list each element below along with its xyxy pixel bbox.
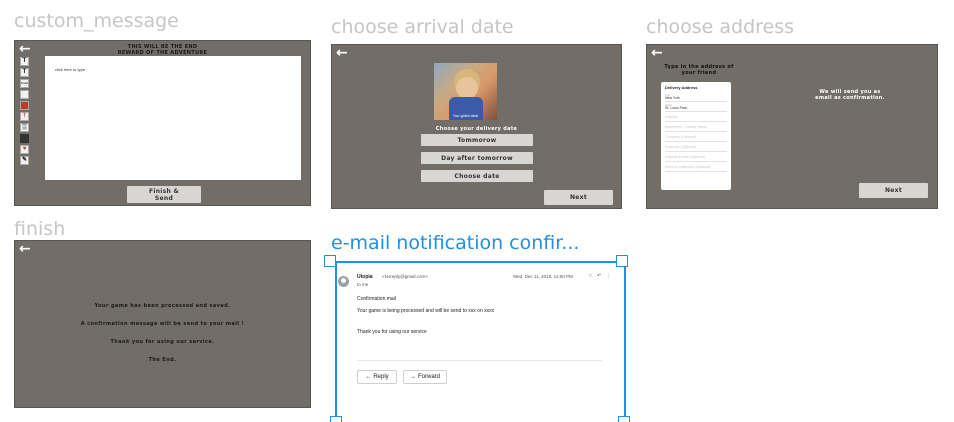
finish-send-button[interactable]: Finish & Send — [127, 186, 201, 203]
company-placeholder: Company (Optional) — [665, 135, 697, 139]
postcode-field[interactable]: Postcode (Optional) — [665, 142, 727, 152]
confirmation-message: We will send you as email as confirmatio… — [795, 89, 905, 101]
delivery-instruction-placeholder: Delivery Instruction (Optional) — [665, 165, 712, 169]
image-tool-icon[interactable] — [20, 134, 29, 143]
font-tool-icon[interactable]: Font — [20, 79, 29, 88]
selection-border-left — [335, 263, 337, 422]
rectangle-tool-icon[interactable] — [20, 90, 29, 99]
draw-tool-icon[interactable]: ✎ — [20, 156, 29, 165]
address-extras-field[interactable]: Address Extras (Optional) — [665, 152, 727, 162]
city-value: New York — [665, 96, 680, 100]
company-field[interactable]: Company (Optional) — [665, 132, 727, 142]
next-button[interactable]: Next — [859, 183, 928, 198]
frame-label-email[interactable]: e-mail notification confir... — [331, 232, 611, 254]
finish-line-thanks: Thank you for using our service. — [110, 339, 215, 345]
address-placeholder: Address — [665, 115, 678, 119]
finish-line-confirmation: A confirmation message will be send to y… — [80, 321, 245, 327]
selection-border-right — [624, 263, 626, 422]
frame-label-finish[interactable]: finish — [14, 218, 314, 240]
delivery-instruction-field[interactable]: Delivery Instruction (Optional) — [665, 162, 727, 172]
frame-custom-message: ← THIS WILL BE THE END REWARD OF THE ADV… — [14, 40, 311, 206]
resize-handle-top-left[interactable] — [324, 255, 336, 267]
star-icon[interactable]: ☆ — [588, 273, 592, 279]
back-arrow-icon[interactable]: ← — [19, 242, 31, 256]
pattern-tool-icon[interactable]: ▒ — [20, 123, 29, 132]
postcode-placeholder: Postcode (Optional) — [665, 145, 696, 149]
gif-image: You gotta deal — [434, 63, 497, 120]
city-field[interactable]: City New York — [665, 92, 727, 102]
reply-button[interactable]: ← Reply — [357, 370, 397, 384]
divider — [357, 360, 602, 361]
canvas-placeholder: click here to type — [55, 67, 86, 72]
delivery-date-title: Choose your delivery date — [435, 126, 518, 132]
option-choose-date-button[interactable]: Choose date — [421, 170, 533, 182]
finish-button-line-2: Send — [154, 194, 174, 202]
forward-label: Forward — [417, 374, 440, 380]
frame-choose-arrival: ← You gotta deal Choose your delivery da… — [331, 44, 622, 209]
apartment-field[interactable]: Apartment / Country Name — [665, 122, 727, 132]
forward-button[interactable]: → Forward — [403, 370, 447, 384]
finish-line-end: The End. — [148, 357, 177, 363]
photo-caption: You gotta deal — [452, 113, 479, 118]
form-title: Delivery Address — [665, 85, 698, 90]
next-button[interactable]: Next — [544, 190, 613, 205]
text-style-icon[interactable]: T — [20, 68, 29, 77]
message-canvas[interactable]: click here to type — [45, 56, 301, 180]
email-body-line-2: Thank you for using our service — [357, 329, 427, 335]
option-day-after-button[interactable]: Day after tomorrow — [421, 152, 533, 164]
email-date: Wed, Dec 11, 2019, 12:50 PM — [513, 274, 573, 279]
text-tool-icon[interactable]: T — [20, 57, 29, 66]
apartment-placeholder: Apartment / Country Name — [665, 125, 707, 129]
delivery-address-form: Delivery Address City New York State St.… — [661, 82, 731, 190]
resize-handle-bottom-left[interactable] — [330, 416, 342, 422]
girl-figure — [456, 77, 478, 99]
frame-finish: ← Your game has been processed and saved… — [14, 240, 311, 408]
address-title: Type in the address of your friend — [659, 64, 739, 76]
reply-icon[interactable]: ↶ — [597, 273, 601, 279]
address-extras-placeholder: Address Extras (Optional) — [665, 155, 706, 159]
resize-handle-top-right[interactable] — [616, 255, 628, 267]
frame-label-choose-address[interactable]: choose address — [646, 16, 946, 38]
sender-name: Utopia — [357, 274, 373, 280]
frame-choose-address: ← Type in the address of your friend Del… — [646, 44, 938, 209]
sender-email: <Noreply@gmail.com> — [382, 274, 428, 279]
reply-label: Reply — [373, 374, 389, 380]
confirmation-message-line-2: email as confirmation. — [815, 95, 885, 101]
address-title-line-2: your friend — [681, 70, 717, 76]
frame-label-custom-message[interactable]: custom_message — [14, 10, 314, 32]
finish-line-processed: Your game has been processed and saved. — [94, 303, 231, 309]
resize-handle-bottom-right[interactable] — [618, 416, 630, 422]
sticker-tool-icon[interactable]: ♥ — [20, 145, 29, 154]
avatar — [338, 276, 349, 287]
color-tool-icon[interactable] — [20, 101, 29, 110]
option-tomorrow-button[interactable]: Tommorow — [421, 134, 533, 146]
email-subject: Confirmation mail — [357, 296, 396, 302]
selection-border-top — [330, 261, 622, 263]
forward-arrow-icon: → — [409, 374, 416, 380]
more-icon[interactable]: ⋮ — [606, 273, 611, 279]
frame-label-choose-arrival[interactable]: choose arrival date — [331, 16, 631, 38]
address-field[interactable]: Address — [665, 112, 727, 122]
back-arrow-icon[interactable]: ← — [651, 46, 663, 60]
email-recipient: to me — [357, 282, 369, 287]
frame-email: Utopia <Noreply@gmail.com> Wed, Dec 11, … — [330, 262, 626, 422]
back-arrow-icon[interactable]: ← — [336, 46, 348, 60]
state-value: St. Louis Park, — [665, 106, 688, 110]
reply-arrow-icon: ← — [365, 374, 372, 380]
state-field[interactable]: State St. Louis Park, — [665, 102, 727, 112]
figure-tool-icon[interactable]: † — [20, 112, 29, 121]
page-title: THIS WILL BE THE END REWARD OF THE ADVEN… — [15, 44, 310, 56]
email-body-line-1: Your game is being processed and will be… — [357, 308, 495, 314]
finish-button-line-1: Finish & — [148, 187, 180, 195]
